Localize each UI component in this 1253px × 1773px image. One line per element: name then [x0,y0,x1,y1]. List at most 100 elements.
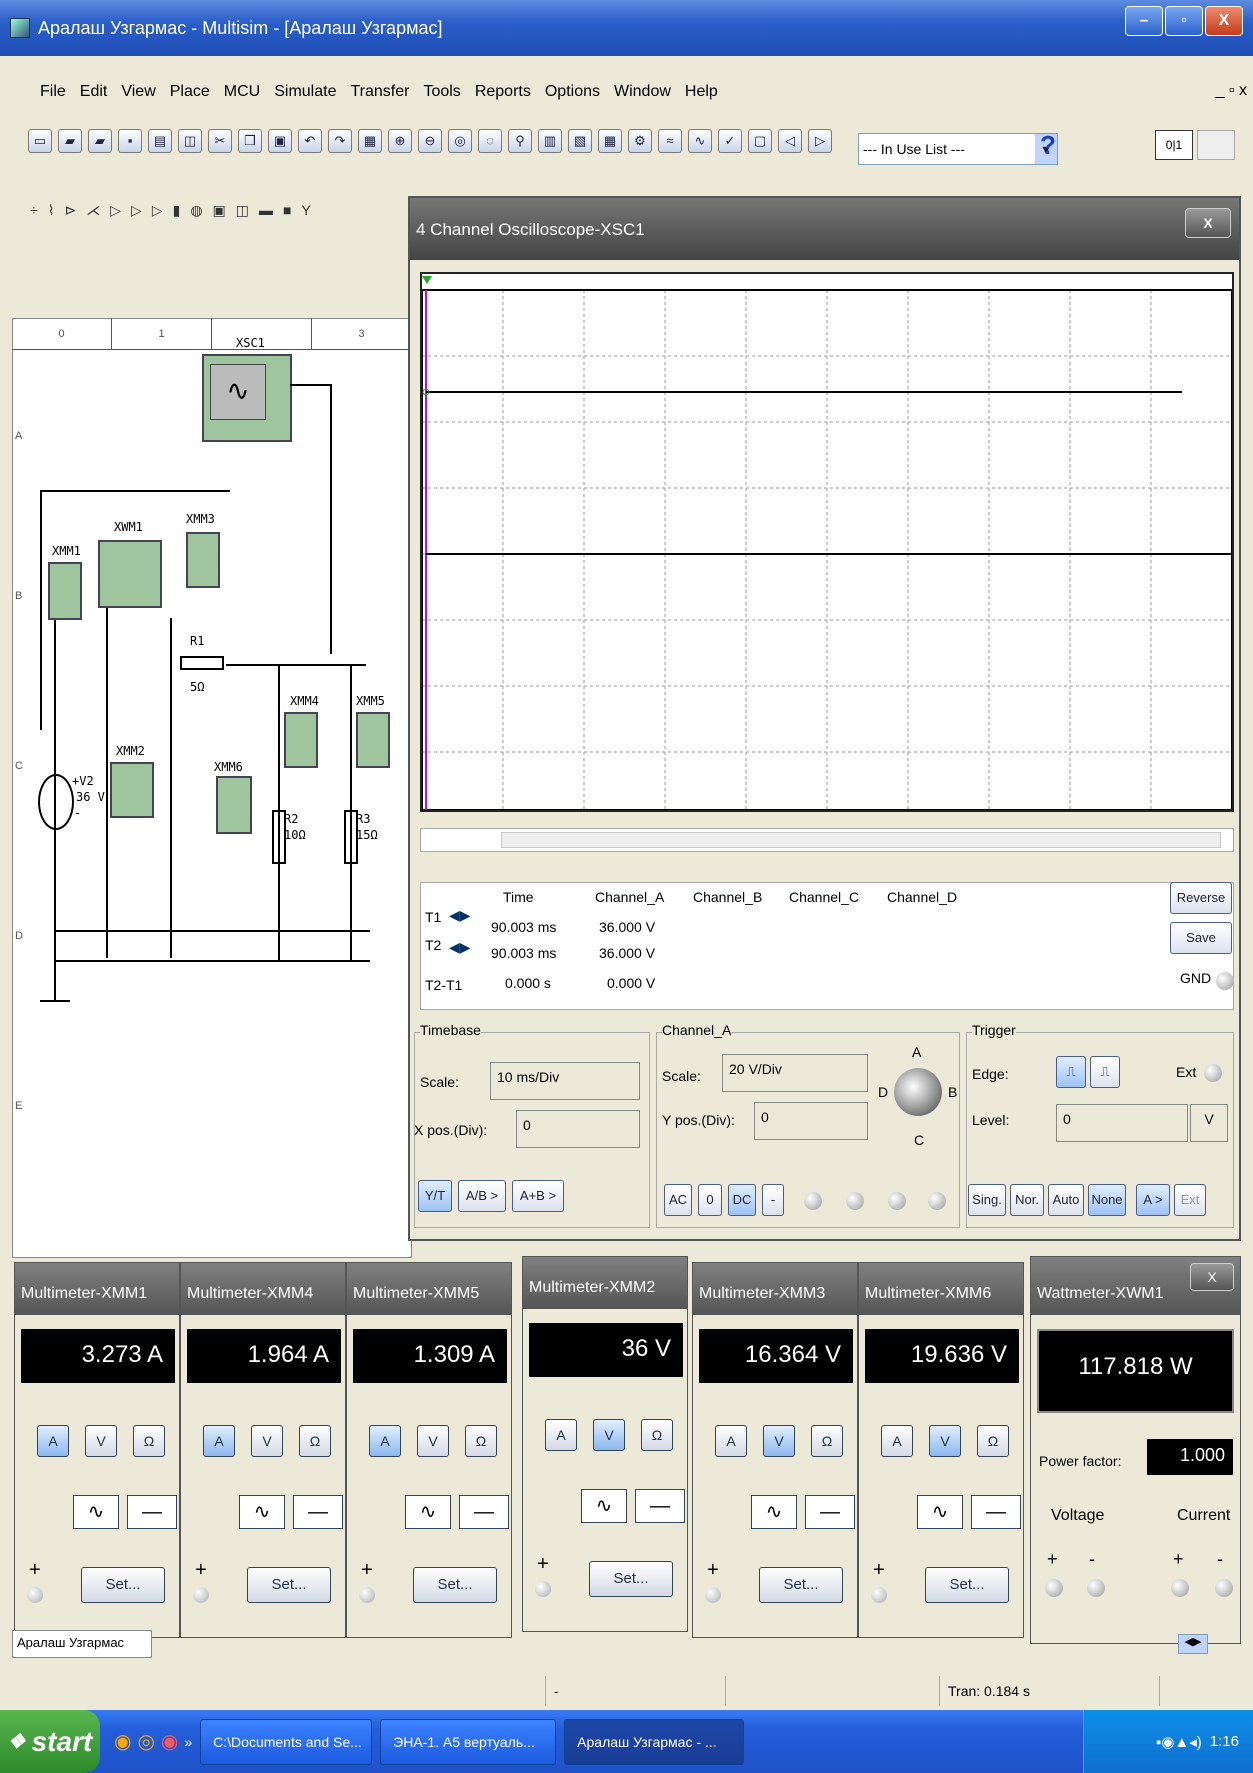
set-button[interactable]: Set... [413,1567,497,1603]
dc-button[interactable]: DC [728,1184,756,1216]
ohmmeter-mode-button[interactable]: Ω [811,1425,843,1457]
reverse-button[interactable]: Reverse [1170,882,1232,914]
menu-mcu[interactable]: MCU [224,83,260,101]
yt-button[interactable]: Y/T [418,1180,452,1212]
ammeter-mode-button[interactable]: A [881,1425,913,1457]
menu-simulate[interactable]: Simulate [274,83,336,101]
simulate-switch[interactable]: 0|1 [1155,130,1235,164]
plus-terminal[interactable] [359,1587,375,1603]
minimize-button[interactable]: – [1125,6,1163,36]
task-word[interactable]: ЭНА-1. А5 вертуаль... [380,1718,557,1765]
open-folder-icon[interactable]: ▰ [58,129,82,153]
back-annotate-icon[interactable]: ◁ [778,129,802,153]
cmos-icon[interactable]: ▷ [152,202,163,219]
mixed-icon[interactable]: ▮ [173,202,181,219]
ac-button[interactable]: AC [664,1184,692,1216]
plus-terminal[interactable] [871,1587,887,1603]
save-button[interactable]: Save [1170,922,1232,954]
open-sample-icon[interactable]: ▰ [88,129,112,153]
set-button[interactable]: Set... [759,1567,843,1603]
rf-icon[interactable]: ■ [283,202,291,218]
maximize-button[interactable]: ▫ [1165,6,1203,36]
ammeter-mode-button[interactable]: A [369,1425,401,1457]
ac-wave-icon[interactable]: ∿ [751,1495,797,1529]
voltmeter-mode-button[interactable]: V [251,1425,283,1457]
scrollbar-thumb[interactable] [501,832,1221,848]
dc-line-icon[interactable]: — [293,1495,343,1529]
menu-place[interactable]: Place [170,83,210,101]
dc-line-icon[interactable]: — [971,1495,1021,1529]
forward-annotate-icon[interactable]: ▷ [808,129,832,153]
capture-screen-icon[interactable]: ▢ [748,129,772,153]
redo-icon[interactable]: ↷ [328,129,352,153]
menu-file[interactable]: File [40,83,66,101]
set-button[interactable]: Set... [81,1567,165,1603]
plus-terminal[interactable] [193,1587,209,1603]
print-preview-icon[interactable]: ◫ [178,129,202,153]
voltmeter-mode-button[interactable]: V [417,1425,449,1457]
chevron-right-icon[interactable]: » [184,1734,192,1750]
ammeter-mode-button[interactable]: A [203,1425,235,1457]
basic-icon[interactable]: ⌇ [48,202,55,219]
multimeter-xmm4-symbol[interactable] [284,712,318,768]
multimeter-xmm6-symbol[interactable] [216,776,252,834]
t1-arrows-icon[interactable]: ◀▶ [449,907,471,924]
oscilloscope-screen[interactable] [420,272,1234,812]
ammeter-mode-button[interactable]: A [715,1425,747,1457]
print-icon[interactable]: ▤ [148,129,172,153]
electromechanical-icon[interactable]: ◫ [236,202,249,219]
indicator-icon[interactable]: ◍ [190,202,202,219]
run-switch-icon[interactable]: 0|1 [1155,130,1193,160]
ac-wave-icon[interactable]: ∿ [73,1495,119,1529]
quick-launch-icon[interactable]: ◉ [114,1729,131,1754]
oscilloscope-close-button[interactable]: X [1185,208,1231,238]
plus-terminal[interactable] [705,1587,721,1603]
scope-scrollbar[interactable] [420,828,1234,852]
menu-help[interactable]: Help [685,83,718,101]
undo-icon[interactable]: ↶ [298,129,322,153]
timebase-scale-field[interactable]: 10 ms/Div [490,1062,640,1100]
ohmmeter-mode-button[interactable]: Ω [299,1425,331,1457]
task-multisim[interactable]: Аралаш Узгармас - ... [564,1718,745,1765]
ab-button[interactable]: A/B > [458,1180,506,1212]
current-plus-terminal[interactable] [1171,1579,1189,1597]
invert-button[interactable]: - [762,1184,784,1216]
power-source-icon[interactable]: ÷ [30,202,38,218]
component-wizard-icon[interactable]: ⚙ [628,129,652,153]
start-button[interactable]: ❖ start [0,1710,100,1773]
ohmmeter-mode-button[interactable]: Ω [133,1425,165,1457]
mdi-controls[interactable]: _ ▫ x [1216,82,1247,100]
search-icon[interactable]: ⚲ [508,129,532,153]
channel-b-terminal[interactable] [846,1192,864,1210]
ammeter-mode-button[interactable]: A [37,1425,69,1457]
current-minus-terminal[interactable] [1215,1579,1233,1597]
zero-button[interactable]: 0 [698,1184,722,1216]
ac-wave-icon[interactable]: ∿ [239,1495,285,1529]
dc-line-icon[interactable]: — [635,1489,685,1523]
analysis-icon[interactable]: ∿ [688,129,712,153]
multimeter-xmm1-symbol[interactable] [48,562,82,620]
gnd-terminal[interactable] [1216,972,1234,990]
schematic-canvas[interactable] [12,318,412,1258]
a-plus-b-button[interactable]: A+B > [512,1180,564,1212]
database-icon[interactable]: ▦ [598,129,622,153]
voltmeter-mode-button[interactable]: V [85,1425,117,1457]
grapher-icon[interactable]: ▧ [568,129,592,153]
transistor-icon[interactable]: ⋌ [86,202,100,219]
save-icon[interactable]: ▪ [118,129,142,153]
ohmmeter-mode-button[interactable]: Ω [641,1419,673,1451]
ac-wave-icon[interactable]: ∿ [405,1495,451,1529]
multimeter-xmm5-symbol[interactable] [356,712,390,768]
dc-line-icon[interactable]: — [127,1495,177,1529]
design-tab[interactable]: Аралаш Узгармас [12,1630,152,1658]
falling-edge-icon[interactable]: ⎍ [1090,1056,1120,1088]
media-icon[interactable]: ◉ [161,1729,178,1754]
menu-edit[interactable]: Edit [80,83,108,101]
wattmeter-close-button[interactable]: X [1190,1263,1234,1291]
voltage-source-v2[interactable] [38,774,74,830]
dc-line-icon[interactable]: — [805,1495,855,1529]
y-pos-field[interactable]: 0 [754,1102,868,1140]
copy-icon[interactable]: ❐ [238,129,262,153]
channel-c-terminal[interactable] [888,1192,906,1210]
normal-button[interactable]: Nor. [1010,1184,1044,1216]
